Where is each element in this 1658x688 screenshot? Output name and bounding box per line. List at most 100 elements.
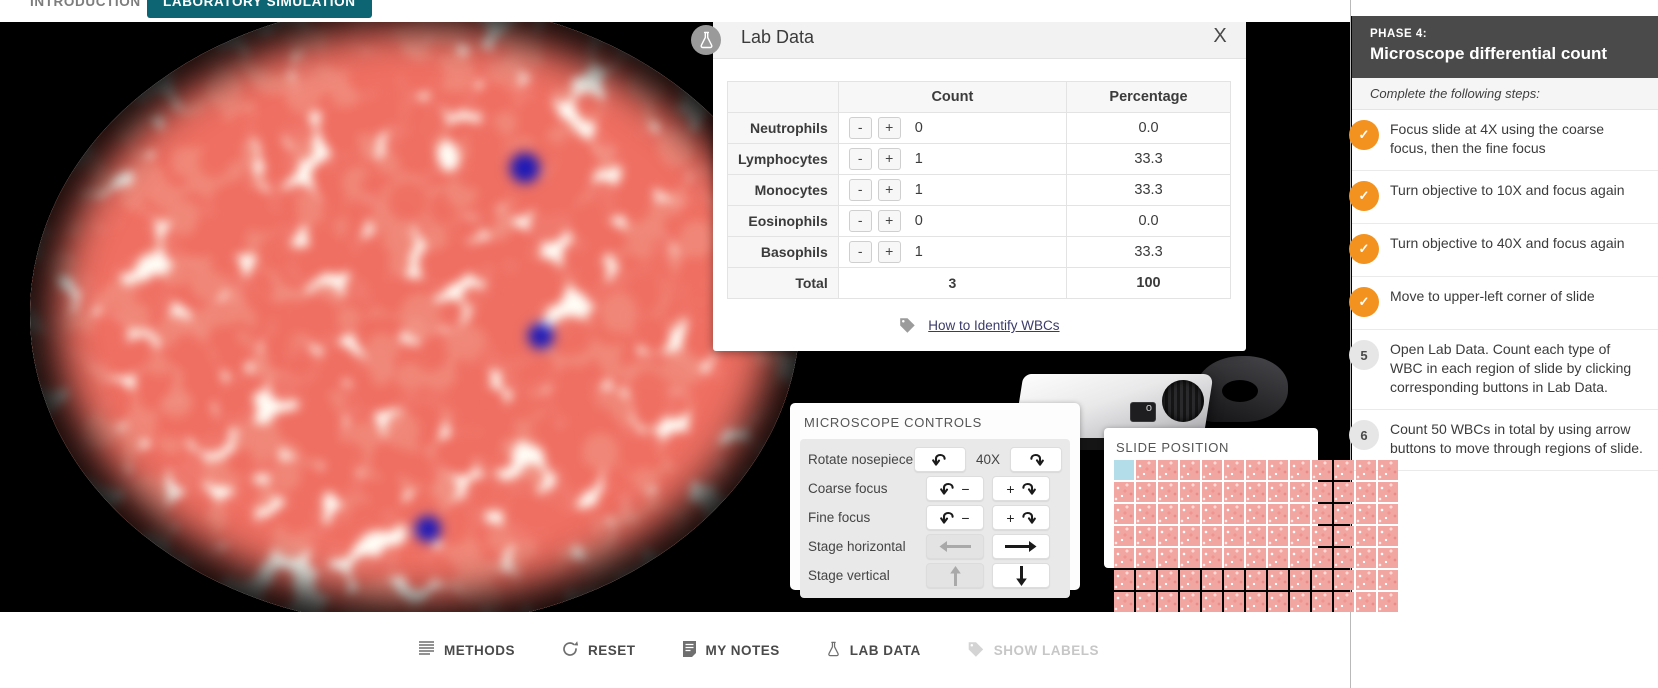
slide-region-cell[interactable]: [1114, 548, 1134, 568]
slide-region-cell[interactable]: [1202, 482, 1222, 502]
increment-button[interactable]: +: [877, 148, 901, 170]
toolbar-methods-button[interactable]: METHODS: [418, 640, 515, 660]
rotate-left-icon-button[interactable]: [914, 447, 967, 472]
slide-region-cell[interactable]: [1158, 570, 1178, 590]
slide-region-cell[interactable]: [1312, 526, 1332, 546]
slide-region-cell[interactable]: [1356, 482, 1376, 502]
slide-region-cell[interactable]: [1268, 592, 1288, 612]
slide-region-cell[interactable]: [1136, 570, 1156, 590]
tab-introduction[interactable]: INTRODUCTION: [30, 0, 141, 18]
slide-region-cell[interactable]: [1378, 526, 1398, 546]
slide-region-cell[interactable]: [1136, 592, 1156, 612]
close-icon[interactable]: X: [1208, 25, 1232, 48]
increment-button[interactable]: +: [877, 179, 901, 201]
slide-region-cell[interactable]: [1268, 548, 1288, 568]
increment-button[interactable]: +: [877, 210, 901, 232]
slide-region-cell[interactable]: [1158, 592, 1178, 612]
slide-region-cell[interactable]: [1202, 570, 1222, 590]
slide-region-cell[interactable]: [1158, 482, 1178, 502]
slide-region-cell[interactable]: [1290, 504, 1310, 524]
slide-region-cell[interactable]: [1268, 460, 1288, 480]
slide-region-cell[interactable]: [1114, 460, 1134, 480]
slide-region-cell[interactable]: [1136, 548, 1156, 568]
slide-region-cell[interactable]: [1224, 504, 1244, 524]
slide-region-cell[interactable]: [1312, 504, 1332, 524]
slide-region-cell[interactable]: [1180, 592, 1200, 612]
slide-region-cell[interactable]: [1136, 526, 1156, 546]
slide-region-cell[interactable]: [1378, 504, 1398, 524]
slide-region-cell[interactable]: [1356, 548, 1376, 568]
slide-region-cell[interactable]: [1180, 504, 1200, 524]
rotate-right-icon-button[interactable]: +: [992, 476, 1050, 501]
slide-region-cell[interactable]: [1114, 570, 1134, 590]
slide-region-cell[interactable]: [1268, 482, 1288, 502]
slide-region-cell[interactable]: [1312, 592, 1332, 612]
slide-region-cell[interactable]: [1114, 504, 1134, 524]
rotate-left-icon-button[interactable]: −: [926, 505, 984, 530]
slide-region-cell[interactable]: [1202, 548, 1222, 568]
slide-region-cell[interactable]: [1290, 460, 1310, 480]
slide-region-cell[interactable]: [1290, 482, 1310, 502]
rotate-right-icon-button[interactable]: +: [992, 505, 1050, 530]
slide-position-grid[interactable]: [1114, 460, 1398, 612]
slide-region-cell[interactable]: [1202, 504, 1222, 524]
slide-region-cell[interactable]: [1180, 460, 1200, 480]
decrement-button[interactable]: -: [848, 148, 872, 170]
slide-region-cell[interactable]: [1202, 526, 1222, 546]
slide-region-cell[interactable]: [1290, 592, 1310, 612]
slide-region-cell[interactable]: [1312, 570, 1332, 590]
slide-region-cell[interactable]: [1202, 460, 1222, 480]
slide-region-cell[interactable]: [1334, 548, 1354, 568]
slide-region-cell[interactable]: [1268, 526, 1288, 546]
how-to-identify-wbcs-link[interactable]: How to Identify WBCs: [928, 318, 1059, 333]
toolbar-lab-data-button[interactable]: LAB DATA: [826, 640, 921, 661]
slide-region-cell[interactable]: [1246, 460, 1266, 480]
slide-region-cell[interactable]: [1246, 504, 1266, 524]
slide-region-cell[interactable]: [1356, 570, 1376, 590]
slide-region-cell[interactable]: [1224, 592, 1244, 612]
slide-region-cell[interactable]: [1290, 526, 1310, 546]
slide-region-cell[interactable]: [1114, 482, 1134, 502]
slide-region-cell[interactable]: [1334, 460, 1354, 480]
toolbar-reset-button[interactable]: RESET: [561, 640, 636, 661]
slide-region-cell[interactable]: [1224, 570, 1244, 590]
slide-region-cell[interactable]: [1290, 570, 1310, 590]
rotate-left-icon-button[interactable]: −: [926, 476, 984, 501]
increment-button[interactable]: +: [877, 241, 901, 263]
slide-region-cell[interactable]: [1246, 482, 1266, 502]
slide-region-cell[interactable]: [1334, 504, 1354, 524]
slide-region-cell[interactable]: [1334, 570, 1354, 590]
arrow-down-icon-button[interactable]: [992, 563, 1050, 588]
slide-region-cell[interactable]: [1334, 526, 1354, 546]
slide-region-cell[interactable]: [1356, 504, 1376, 524]
rotate-right-icon-button[interactable]: [1009, 447, 1062, 472]
slide-region-cell[interactable]: [1312, 460, 1332, 480]
slide-region-cell[interactable]: [1334, 482, 1354, 502]
slide-region-cell[interactable]: [1268, 504, 1288, 524]
slide-region-cell[interactable]: [1378, 548, 1398, 568]
slide-region-cell[interactable]: [1158, 548, 1178, 568]
slide-region-cell[interactable]: [1180, 526, 1200, 546]
slide-region-cell[interactable]: [1224, 460, 1244, 480]
slide-region-cell[interactable]: [1246, 570, 1266, 590]
slide-region-cell[interactable]: [1202, 592, 1222, 612]
slide-region-cell[interactable]: [1136, 504, 1156, 524]
slide-region-cell[interactable]: [1180, 570, 1200, 590]
slide-region-cell[interactable]: [1356, 526, 1376, 546]
slide-region-cell[interactable]: [1334, 592, 1354, 612]
slide-region-cell[interactable]: [1180, 548, 1200, 568]
arrow-right-icon-button[interactable]: [992, 534, 1050, 559]
slide-region-cell[interactable]: [1224, 548, 1244, 568]
slide-region-cell[interactable]: [1158, 460, 1178, 480]
slide-region-cell[interactable]: [1114, 592, 1134, 612]
toolbar-my-notes-button[interactable]: MY NOTES: [682, 640, 780, 661]
decrement-button[interactable]: -: [848, 210, 872, 232]
slide-region-cell[interactable]: [1246, 548, 1266, 568]
slide-region-cell[interactable]: [1246, 526, 1266, 546]
slide-region-cell[interactable]: [1180, 482, 1200, 502]
increment-button[interactable]: +: [877, 117, 901, 139]
slide-region-cell[interactable]: [1290, 548, 1310, 568]
slide-region-cell[interactable]: [1378, 460, 1398, 480]
slide-region-cell[interactable]: [1224, 526, 1244, 546]
slide-region-cell[interactable]: [1312, 548, 1332, 568]
